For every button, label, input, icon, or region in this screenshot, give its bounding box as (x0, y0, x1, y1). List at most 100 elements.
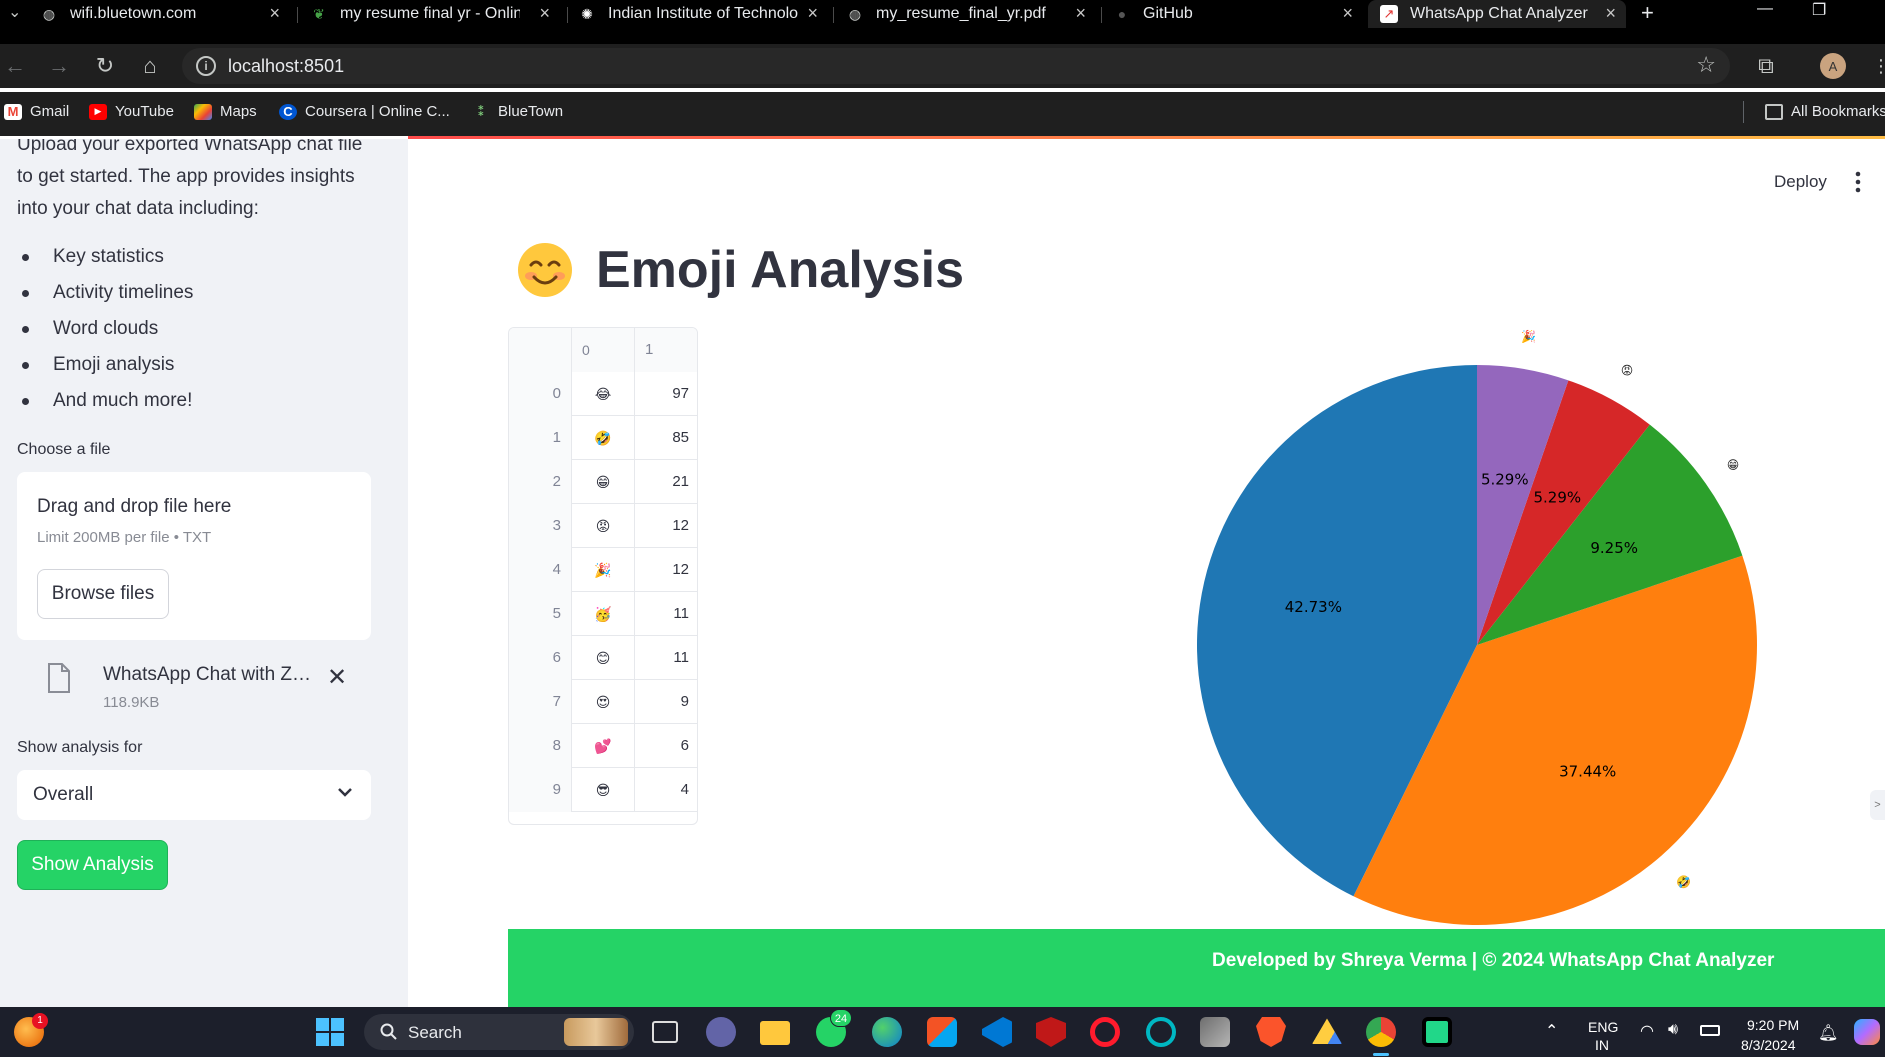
bookmark-gmail[interactable]: M Gmail (4, 103, 69, 120)
table-row[interactable]: 5 🥳 11 (509, 592, 697, 636)
browse-files-button[interactable]: Browse files (37, 569, 169, 619)
close-icon[interactable]: × (1075, 3, 1086, 24)
row-index-cell: 6 (509, 636, 572, 680)
tab-search-icon[interactable]: ⌄ (8, 2, 21, 22)
remove-file-icon[interactable]: ✕ (327, 663, 347, 692)
emoji-cell: 😎 (572, 768, 635, 812)
show-analysis-button[interactable]: Show Analysis (17, 840, 168, 890)
task-view-icon[interactable] (652, 1021, 678, 1043)
smiling-face-icon (518, 243, 572, 297)
close-icon[interactable]: × (807, 3, 818, 24)
close-icon[interactable]: × (269, 3, 280, 24)
row-index-cell: 3 (509, 504, 572, 548)
bookmark-maps[interactable]: Maps (194, 103, 257, 120)
table-row[interactable]: 7 😍 9 (509, 680, 697, 724)
cortana-icon[interactable] (1146, 1017, 1176, 1047)
maps-icon (194, 103, 212, 120)
analysis-select[interactable]: Overall (17, 770, 371, 820)
google-drive-icon[interactable] (1312, 1018, 1342, 1044)
close-icon[interactable]: × (539, 3, 550, 24)
uploaded-file: WhatsApp Chat with Zoya.txt 118.9KB ✕ (17, 649, 371, 719)
count-cell: 85 (672, 429, 689, 446)
vscode-icon[interactable] (982, 1017, 1012, 1047)
url-text[interactable]: localhost:8501 (228, 56, 344, 77)
count-cell: 6 (680, 737, 689, 754)
wifi-icon[interactable]: ◠ (1640, 1021, 1654, 1041)
tab-overleaf-resume[interactable]: ❦ my resume final yr - Online × (310, 0, 560, 28)
table-row[interactable]: 6 😊 11 (509, 636, 697, 680)
file-icon (48, 663, 70, 693)
expand-panel-handle[interactable]: > (1870, 790, 1885, 820)
reload-icon[interactable]: ↻ (92, 53, 118, 79)
column-header[interactable]: 0 (572, 328, 635, 372)
browser-menu-icon[interactable]: ⋮ (1868, 53, 1885, 79)
snipping-tool-icon[interactable] (1200, 1017, 1230, 1047)
table-row[interactable]: 2 😁 21 (509, 460, 697, 504)
teams-chat-icon[interactable] (706, 1017, 736, 1047)
copilot-icon[interactable] (1854, 1019, 1880, 1045)
profile-avatar[interactable]: A (1820, 53, 1846, 79)
all-bookmarks[interactable]: All Bookmarks (1765, 103, 1885, 120)
close-icon[interactable]: × (1605, 3, 1616, 24)
tab-iit[interactable]: ✺ Indian Institute of Technolo × (578, 0, 828, 28)
tab-wifi-bluetown[interactable]: ◍ wifi.bluetown.com × (40, 0, 290, 28)
home-icon[interactable]: ⌂ (137, 53, 163, 79)
language-indicator[interactable]: ENG (1588, 1019, 1618, 1035)
volume-icon[interactable]: 🔊︎ (1668, 1021, 1678, 1039)
pycharm-icon[interactable] (1422, 1017, 1452, 1047)
globe-icon: ◍ (42, 5, 56, 22)
pie-emoji-label: 🤣 (1675, 875, 1691, 890)
close-icon[interactable]: × (1342, 3, 1353, 24)
taskbar-search[interactable]: Search (364, 1014, 634, 1050)
count-cell: 97 (672, 385, 689, 402)
row-index-cell: 2 (509, 460, 572, 504)
brave-icon[interactable] (1256, 1017, 1286, 1047)
bookmark-coursera[interactable]: C Coursera | Online C... (279, 103, 450, 120)
new-tab-icon[interactable]: + (1641, 0, 1654, 26)
column-header[interactable]: 1 (635, 328, 697, 372)
table-row[interactable]: 8 💕 6 (509, 724, 697, 768)
show-hidden-icons-icon[interactable]: ⌃ (1545, 1021, 1558, 1041)
emoji-table[interactable]: 0 1 0 😂 97 1 🤣 85 2 😁 21 3 😡 12 4 🎉 12 5 🥳 11 6 😊 11 7 😍 9 8 💕 6 9 😎… (508, 327, 698, 825)
restore-icon[interactable]: ❐ (1812, 0, 1826, 20)
opera-icon[interactable] (1090, 1017, 1120, 1047)
pie-emoji-label: 🎉 (1521, 330, 1536, 344)
chart-icon: ↗ (1380, 5, 1398, 23)
file-dropzone[interactable]: Drag and drop file here Limit 200MB per … (17, 472, 371, 640)
address-bar[interactable]: i localhost:8501 ☆ (182, 48, 1730, 84)
table-row[interactable]: 0 😂 97 (509, 372, 697, 416)
emoji-pie-chart: 42.73%😂37.44%🤣9.25%😁5.29%😡5.29%🎉 (1197, 330, 1757, 925)
region-indicator[interactable]: IN (1595, 1037, 1609, 1053)
row-index-cell: 9 (509, 768, 572, 812)
table-row[interactable]: 4 🎉 12 (509, 548, 697, 592)
active-app-underline (1373, 1053, 1389, 1056)
mcafee-icon[interactable] (1036, 1017, 1066, 1047)
tab-whatsapp-chat-analyzer[interactable]: ↗ WhatsApp Chat Analyzer × (1368, 0, 1626, 28)
table-row[interactable]: 9 😎 4 (509, 768, 697, 812)
clock-date[interactable]: 8/3/2024 (1741, 1037, 1796, 1053)
tab-resume-pdf[interactable]: ◍ my_resume_final_yr.pdf × (846, 0, 1096, 28)
chrome-icon[interactable] (1366, 1017, 1396, 1047)
bookmark-youtube[interactable]: ▶ YouTube (89, 103, 174, 120)
site-info-icon[interactable]: i (196, 56, 216, 76)
extensions-icon[interactable]: ⧉ (1753, 53, 1779, 79)
table-row[interactable]: 1 🤣 85 (509, 416, 697, 460)
back-icon[interactable]: ← (2, 53, 28, 79)
table-header: 0 1 (509, 328, 697, 372)
windows-start-icon[interactable] (315, 1017, 345, 1047)
store-icon[interactable] (927, 1017, 957, 1047)
forward-icon[interactable]: → (46, 53, 72, 79)
bookmark-star-icon[interactable]: ☆ (1696, 52, 1716, 78)
notification-badge: 1 (32, 1013, 48, 1029)
file-explorer-icon[interactable] (760, 1021, 790, 1045)
clock-time[interactable]: 9:20 PM (1747, 1017, 1799, 1033)
notification-bell-icon[interactable]: 🔔︎ (1818, 1023, 1838, 1043)
deploy-button[interactable]: Deploy (1774, 172, 1827, 192)
table-row[interactable]: 3 😡 12 (509, 504, 697, 548)
tab-github[interactable]: ● GitHub × (1113, 0, 1363, 28)
edge-icon[interactable] (872, 1017, 902, 1047)
main-menu-icon[interactable] (1853, 170, 1863, 194)
bookmark-bluetown[interactable]: ⁑ BlueTown (472, 103, 563, 120)
minimize-icon[interactable]: — (1757, 0, 1773, 18)
battery-icon[interactable] (1700, 1025, 1720, 1036)
